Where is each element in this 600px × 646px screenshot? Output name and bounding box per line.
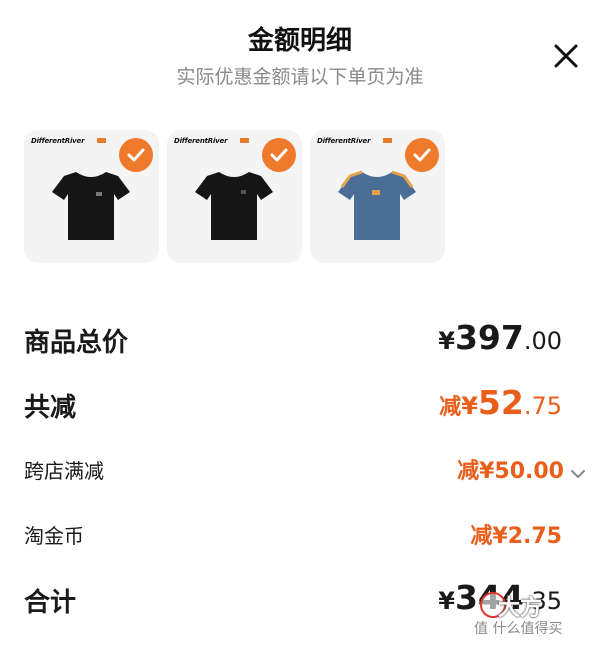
currency-symbol: ¥ (438, 587, 455, 615)
discount-prefix: 减 (439, 395, 462, 420)
row-total: 商品总价 ¥397.00 (24, 318, 576, 362)
amount-integer: 397 (454, 318, 524, 357)
amount-integer: 52 (477, 383, 524, 422)
brand-label: DifferentRiver (31, 137, 85, 145)
discount-amount: 减¥50.00 (457, 459, 564, 484)
row-label: 商品总价 (24, 328, 129, 358)
brand-logo-mark (383, 138, 392, 143)
chevron-down-icon[interactable] (570, 468, 586, 480)
row-discount: 共减 减¥52.75 (24, 383, 576, 427)
header: 金额明细 实际优惠金额请以下单页为准 (0, 0, 600, 110)
product-card-3[interactable]: DifferentRiver (310, 130, 445, 263)
watermark-caption: 值 什么值得买 (474, 621, 563, 637)
row-label: 合计 (24, 588, 77, 618)
discount-amount: 减¥2.75 (470, 524, 562, 549)
page-title: 金额明细 (247, 26, 352, 56)
product-card-2[interactable]: DifferentRiver (167, 130, 302, 263)
close-button[interactable] (548, 38, 584, 74)
row-coins: 淘金币 减¥2.75 (24, 518, 576, 552)
row-label: 跨店满减 (24, 459, 104, 483)
tshirt-image (338, 170, 416, 240)
brand-logo-mark (97, 138, 106, 143)
brand-logo-mark (240, 138, 249, 143)
brand-label: DifferentRiver (174, 137, 228, 145)
tshirt-image (195, 172, 273, 240)
row-value: 减¥2.75 (470, 518, 562, 550)
watermark: 大方 值 什么值得买 (474, 588, 594, 638)
row-value[interactable]: 减¥50.00 (457, 453, 586, 485)
row-label: 淘金币 (24, 524, 84, 548)
amount-decimal: .75 (523, 392, 562, 420)
close-icon (554, 44, 578, 68)
row-label: 共减 (24, 393, 77, 423)
brand-label: DifferentRiver (317, 137, 371, 145)
currency-symbol: ¥ (461, 392, 478, 420)
product-card-1[interactable]: DifferentRiver (24, 130, 159, 263)
row-cross-store[interactable]: 跨店满减 减¥50.00 (24, 453, 585, 487)
page-subtitle: 实际优惠金额请以下单页为准 (176, 66, 424, 88)
row-value: ¥397.00 (438, 318, 562, 357)
amount-decimal: .00 (523, 327, 562, 355)
tshirt-image (52, 172, 130, 240)
row-value: 减¥52.75 (439, 383, 562, 422)
currency-symbol: ¥ (438, 327, 455, 355)
